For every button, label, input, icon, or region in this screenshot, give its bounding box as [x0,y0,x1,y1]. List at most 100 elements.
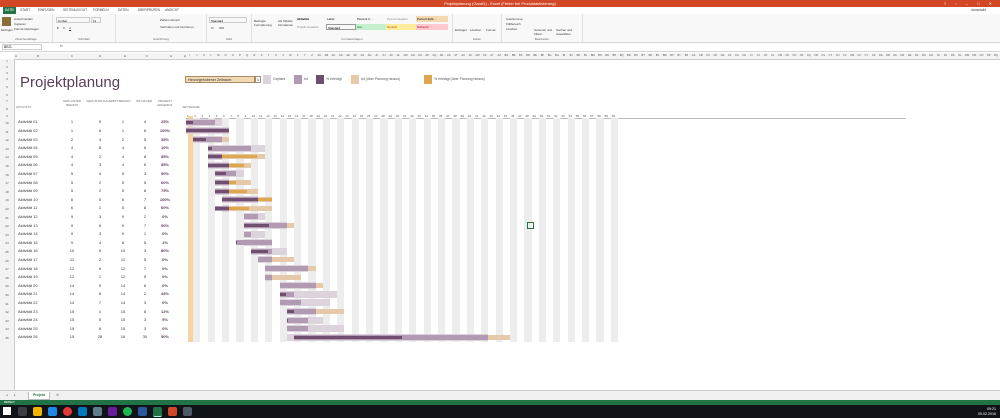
column-header[interactable]: BF [539,53,546,59]
percent-complete[interactable]: 60% [154,179,176,187]
column-header[interactable]: CB [697,53,704,59]
percent-complete[interactable]: 0% [154,299,176,307]
table-row[interactable]: Aktivität 08 5 2 5 5 60% [16,179,176,187]
actual-duration[interactable]: 2 [134,213,156,221]
actual-start[interactable]: 12 [112,273,134,281]
percent-complete[interactable]: 5% [154,316,176,324]
percent-complete[interactable]: 75% [154,187,176,195]
actual-duration[interactable]: 3 [134,325,156,333]
start-icon[interactable] [3,407,11,415]
column-header[interactable]: AF [352,53,359,59]
style-aktivitaet[interactable]: Aktivität [296,16,326,22]
column-header[interactable]: AJ [380,53,387,59]
column-header[interactable]: CS [820,53,827,59]
column-header[interactable]: BO [604,53,611,59]
row-header[interactable]: 2 [0,65,14,69]
actual-start[interactable]: 5 [112,204,134,212]
column-header[interactable]: D [86,53,114,59]
column-header[interactable]: AW [474,53,481,59]
row-header[interactable]: 1 [0,59,14,63]
table-row[interactable]: Aktivität 02 1 6 1 6 100% [16,127,176,135]
column-header[interactable]: DM [964,53,971,59]
column-header[interactable]: DP [985,53,992,59]
file-explorer-icon[interactable] [33,407,42,416]
table-row[interactable]: Aktivität 15 9 4 8 5 1% [16,239,176,247]
column-header[interactable]: M [215,53,222,59]
activity-name[interactable]: Aktivität 07 [18,170,38,178]
actual-duration[interactable]: 6 [134,282,156,290]
column-header[interactable]: DD [899,53,906,59]
underline-button[interactable]: U [69,26,71,30]
planned-start[interactable]: 6 [58,196,86,204]
format-cells-button[interactable]: Format [486,28,496,32]
actual-duration[interactable]: 5 [134,136,156,144]
activity-name[interactable]: Aktivität 20 [18,282,38,290]
activity-name[interactable]: Aktivität 03 [18,136,38,144]
column-header[interactable]: AT [452,53,459,59]
row-header[interactable]: 4 [0,77,14,81]
planned-duration[interactable]: 2 [86,179,114,187]
percent-complete[interactable]: 25% [154,118,176,126]
column-header[interactable]: BZ [683,53,690,59]
actual-duration[interactable]: 6 [134,144,156,152]
row-header[interactable]: 25 [0,250,14,254]
delete-cells-button[interactable]: Löschen [470,28,481,32]
actual-duration[interactable]: 2 [134,290,156,298]
activity-name[interactable]: Aktivität 12 [18,213,38,221]
table-row[interactable]: Aktivität 10 6 5 6 7 100% [16,196,176,204]
column-header[interactable]: BV [654,53,661,59]
planned-start[interactable]: 4 [58,153,86,161]
style-schlecht[interactable]: Schlecht [416,24,448,30]
column-header[interactable]: BT [640,53,647,59]
percent-complete[interactable]: 100% [154,196,176,204]
actual-start[interactable]: 15 [112,325,134,333]
style-projekt-headers[interactable]: Projekt Headers [296,24,326,30]
planned-start[interactable]: 4 [58,144,86,152]
autosum-button[interactable]: AutoSumme [506,17,523,21]
column-header[interactable]: CN [784,53,791,59]
row-header[interactable]: 27 [0,267,14,271]
planned-duration[interactable]: 7 [86,299,114,307]
percent-complete[interactable]: 60% [154,204,176,212]
row-header[interactable]: 32 [0,310,14,314]
actual-duration[interactable]: 7 [134,265,156,273]
row-header[interactable]: 28 [0,276,14,280]
percent-complete[interactable]: 50% [154,333,176,341]
planned-duration[interactable]: 5 [86,247,114,255]
highlighted-period-input[interactable]: 1 [255,76,261,83]
column-header[interactable]: AI [373,53,380,59]
sheet-tab-projekt[interactable]: Projekt [28,392,51,400]
column-header[interactable]: BI [560,53,567,59]
column-header[interactable]: Y [301,53,308,59]
row-header[interactable]: 3 [0,71,14,75]
format-as-table-button[interactable]: Als Tabelle formatieren [278,19,298,27]
style-gut[interactable]: Gut [356,24,386,30]
column-header[interactable]: DH [928,53,935,59]
percent-complete[interactable]: 50% [154,222,176,230]
percent-complete[interactable]: 0% [154,325,176,333]
actual-start[interactable]: 14 [112,290,134,298]
column-header[interactable]: CW [848,53,855,59]
column-header[interactable]: BW [661,53,668,59]
planned-start[interactable]: 14 [58,282,86,290]
row-header[interactable]: 6 [0,93,14,97]
row-header[interactable]: 22 [0,224,14,228]
actual-start[interactable]: 5 [112,179,134,187]
planned-start[interactable]: 9 [58,230,86,238]
column-header[interactable]: BJ [568,53,575,59]
table-row[interactable]: Aktivität 21 14 8 14 2 44% [16,290,176,298]
edge-icon[interactable] [48,407,57,416]
column-header[interactable]: BK [575,53,582,59]
percent-complete[interactable]: 35% [154,136,176,144]
wrap-text-button[interactable]: Zeilenumbruch [160,18,180,22]
column-header[interactable]: K [200,53,207,59]
planned-duration[interactable]: 5 [86,282,114,290]
tab-einfuegen[interactable]: EINFÜGEN [38,7,54,14]
row-header[interactable]: 15 [0,164,14,168]
actual-duration[interactable]: 5 [134,273,156,281]
planned-start[interactable]: 9 [58,213,86,221]
table-row[interactable]: Aktivität 24 15 5 15 3 5% [16,316,176,324]
column-header[interactable]: B [18,53,58,59]
column-header[interactable]: CX [856,53,863,59]
column-header[interactable]: DQ [992,53,999,59]
